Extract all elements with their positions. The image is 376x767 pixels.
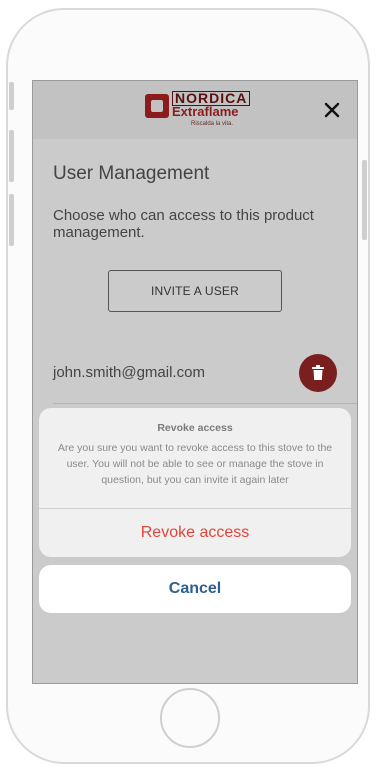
page-description: Choose who can access to this product ma…	[53, 207, 314, 241]
volume-down-button	[9, 194, 14, 246]
action-sheet-message: Are you sure you want to revoke access t…	[57, 442, 333, 486]
row-divider	[53, 403, 357, 404]
mute-switch	[9, 82, 14, 110]
brand-logo-extraflame: Extraflame	[172, 104, 239, 119]
delete-user-button[interactable]	[299, 354, 337, 392]
revoke-action-sheet: Revoke access Are you sure you want to r…	[39, 408, 351, 557]
brand-logo: NORDICA Extraflame Riscalda la vita.	[145, 91, 255, 131]
revoke-access-button[interactable]: Revoke access	[39, 509, 351, 557]
trash-icon	[312, 365, 324, 380]
volume-up-button	[9, 130, 14, 182]
page-title: User Management	[53, 163, 210, 184]
user-email: john.smith@gmail.com	[53, 364, 205, 381]
brand-logo-mark	[145, 94, 169, 118]
power-button	[362, 160, 367, 240]
cancel-button[interactable]: Cancel	[39, 565, 351, 613]
app-screen: NORDICA Extraflame Riscalda la vita. Use…	[32, 80, 358, 684]
home-button[interactable]	[160, 688, 220, 748]
brand-tagline: Riscalda la vita.	[191, 121, 234, 127]
close-icon[interactable]	[321, 99, 343, 121]
app-header: NORDICA Extraflame Riscalda la vita.	[33, 81, 357, 139]
invite-user-button[interactable]: INVITE A USER	[108, 270, 282, 312]
action-sheet-title: Revoke access	[157, 422, 233, 434]
